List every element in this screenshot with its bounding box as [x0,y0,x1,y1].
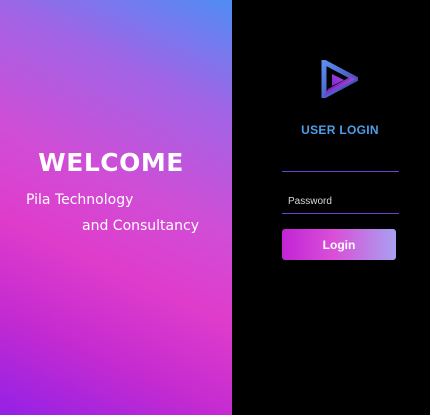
company-name-line-1: Pila Technology [26,192,134,208]
welcome-title: WELCOME [38,148,184,177]
username-input[interactable] [282,152,399,172]
company-name-line-2: and Consultancy [82,218,199,234]
login-button[interactable]: Login [282,229,396,260]
password-input[interactable] [282,192,399,214]
play-triangle-logo-icon [321,60,358,98]
user-login-heading: USER LOGIN [301,123,379,137]
